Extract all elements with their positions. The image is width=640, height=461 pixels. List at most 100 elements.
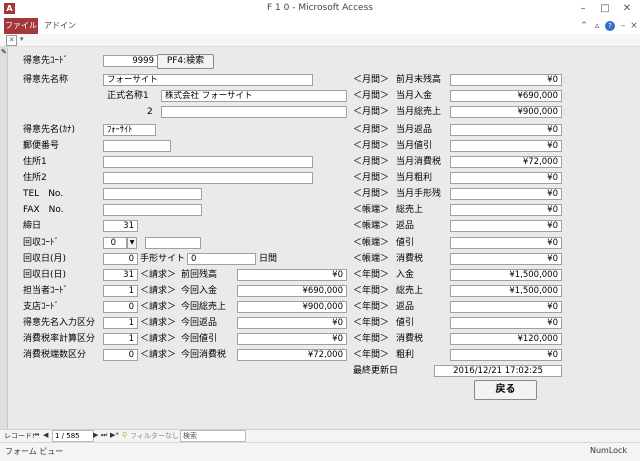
toolbar-dropdown-icon[interactable]: ▾ <box>20 35 24 43</box>
summary-value[interactable]: ¥0 <box>450 253 562 265</box>
summary-value[interactable]: ¥0 <box>450 349 562 361</box>
status-bar <box>0 442 640 461</box>
billing-value[interactable]: ¥0 <box>237 333 347 345</box>
record-label: レコード: <box>4 432 35 440</box>
billing-label: 今回消費税 <box>181 350 227 360</box>
official-name1-field[interactable]: 株式会社 フォーサイト <box>161 90 347 102</box>
new-record-icon[interactable]: ▶* <box>110 431 119 439</box>
ribbon-collapse-icon[interactable]: ▵ <box>591 20 603 32</box>
customer-code-field[interactable]: 9999 <box>103 55 158 67</box>
note-site-label: 手形サイト <box>140 254 186 264</box>
summary-label: 返品 <box>396 221 415 231</box>
summary-value[interactable]: ¥0 <box>450 301 562 313</box>
official-name2-field[interactable] <box>161 106 347 118</box>
fax-field[interactable] <box>103 204 202 216</box>
summary-label: 前月末残高 <box>396 75 442 85</box>
summary-tag: ＜年間＞ <box>353 286 390 296</box>
summary-value[interactable]: ¥0 <box>450 172 562 184</box>
summary-value[interactable]: ¥0 <box>450 124 562 136</box>
search-input[interactable]: 検索 <box>180 430 246 442</box>
filter-status[interactable]: フィルターなし <box>130 431 179 441</box>
billing-value[interactable]: ¥72,000 <box>237 349 347 361</box>
chevron-down-icon[interactable]: ▼ <box>127 237 137 249</box>
billing-value[interactable]: ¥900,000 <box>237 301 347 313</box>
summary-value[interactable]: ¥0 <box>450 204 562 216</box>
close-form-icon[interactable]: ✕ <box>6 35 17 46</box>
back-button[interactable]: 戻る <box>474 380 537 400</box>
tel-field[interactable] <box>103 188 202 200</box>
ribbon-minimize-icon[interactable]: ⌃ <box>578 20 590 32</box>
collection-code-combo[interactable]: 0 <box>103 237 127 249</box>
postal-code-field[interactable] <box>103 140 171 152</box>
summary-tag: ＜帳端＞ <box>353 254 390 264</box>
address1-field[interactable] <box>103 156 313 168</box>
minimize-button[interactable]: – <box>574 2 592 15</box>
billing-tag: ＜請求＞ <box>140 286 177 296</box>
summary-tag: ＜年間＞ <box>353 302 390 312</box>
note-site-field[interactable]: 0 <box>187 253 256 265</box>
tab-file[interactable]: ファイル <box>4 18 38 34</box>
closing-day-field[interactable]: 31 <box>103 220 138 232</box>
billing-value[interactable]: ¥0 <box>237 269 347 281</box>
tax-round-div-label: 消費税端数区分 <box>23 350 87 360</box>
next-record-icon[interactable]: ▶ <box>93 431 98 439</box>
summary-label: 当月粗利 <box>396 173 433 183</box>
summary-tag: ＜年間＞ <box>353 270 390 280</box>
branch-code-field[interactable]: 0 <box>103 301 138 313</box>
tax-calc-div-field[interactable]: 1 <box>103 333 138 345</box>
maximize-button[interactable]: □ <box>596 2 614 15</box>
billing-label: 今回総売上 <box>181 302 227 312</box>
record-counter[interactable]: 1 / 585 <box>52 430 94 442</box>
tax-round-div-field[interactable]: 0 <box>103 349 138 361</box>
ribbon-window-close-icon[interactable]: × <box>628 20 640 32</box>
billing-tag: ＜請求＞ <box>140 350 177 360</box>
summary-value[interactable]: ¥0 <box>450 188 562 200</box>
collection-code-name-field[interactable] <box>145 237 201 249</box>
collection-day-field[interactable]: 31 <box>103 269 138 281</box>
last-record-icon[interactable]: ⏭ <box>101 431 107 440</box>
billing-value[interactable]: ¥0 <box>237 317 347 329</box>
tab-addin[interactable]: アドイン <box>44 18 76 34</box>
summary-value[interactable]: ¥0 <box>450 220 562 232</box>
billing-tag: ＜請求＞ <box>140 318 177 328</box>
summary-tag: ＜月間＞ <box>353 157 390 167</box>
customer-input-div-field[interactable]: 1 <box>103 317 138 329</box>
summary-value[interactable]: ¥0 <box>450 237 562 249</box>
tax-calc-div-label: 消費税率計算区分 <box>23 334 96 344</box>
summary-label: 当月消費税 <box>396 157 442 167</box>
collection-month-field[interactable]: 0 <box>103 253 138 265</box>
summary-label: 消費税 <box>396 254 424 264</box>
ribbon-tab-bar <box>0 18 640 35</box>
billing-tag: ＜請求＞ <box>140 270 177 280</box>
collection-month-label: 回収日(月) <box>23 254 67 264</box>
summary-value[interactable]: ¥690,000 <box>450 90 562 102</box>
summary-value[interactable]: ¥1,500,000 <box>450 285 562 297</box>
help-icon[interactable]: ? <box>605 21 615 31</box>
last-updated-field[interactable]: 2016/12/21 17:02:25 <box>434 365 562 377</box>
close-button[interactable]: ✕ <box>618 2 636 15</box>
summary-label: 当月値引 <box>396 141 433 151</box>
summary-value[interactable]: ¥900,000 <box>450 106 562 118</box>
summary-value[interactable]: ¥0 <box>450 74 562 86</box>
staff-code-field[interactable]: 1 <box>103 285 138 297</box>
summary-label: 総売上 <box>396 286 424 296</box>
summary-value[interactable]: ¥120,000 <box>450 333 562 345</box>
summary-label: 総売上 <box>396 205 424 215</box>
previous-record-icon[interactable]: ◀ <box>43 431 48 439</box>
customer-name-label: 得意先名称 <box>23 75 69 85</box>
summary-value[interactable]: ¥72,000 <box>450 156 562 168</box>
summary-value[interactable]: ¥0 <box>450 140 562 152</box>
summary-value[interactable]: ¥1,500,000 <box>450 269 562 281</box>
first-record-icon[interactable]: ⏮ <box>33 431 39 440</box>
billing-value[interactable]: ¥690,000 <box>237 285 347 297</box>
customer-name-field[interactable]: フォーサイト <box>103 74 313 86</box>
summary-tag: ＜月間＞ <box>353 141 390 151</box>
address2-label: 住所2 <box>23 173 47 183</box>
summary-label: 値引 <box>396 238 415 248</box>
search-button[interactable]: PF4:検索 <box>157 54 214 69</box>
address2-field[interactable] <box>103 172 313 184</box>
record-selector[interactable] <box>0 47 8 429</box>
summary-label: 返品 <box>396 302 415 312</box>
summary-value[interactable]: ¥0 <box>450 317 562 329</box>
kana-name-field[interactable]: ﾌｫｰｻｲﾄ <box>103 124 156 136</box>
